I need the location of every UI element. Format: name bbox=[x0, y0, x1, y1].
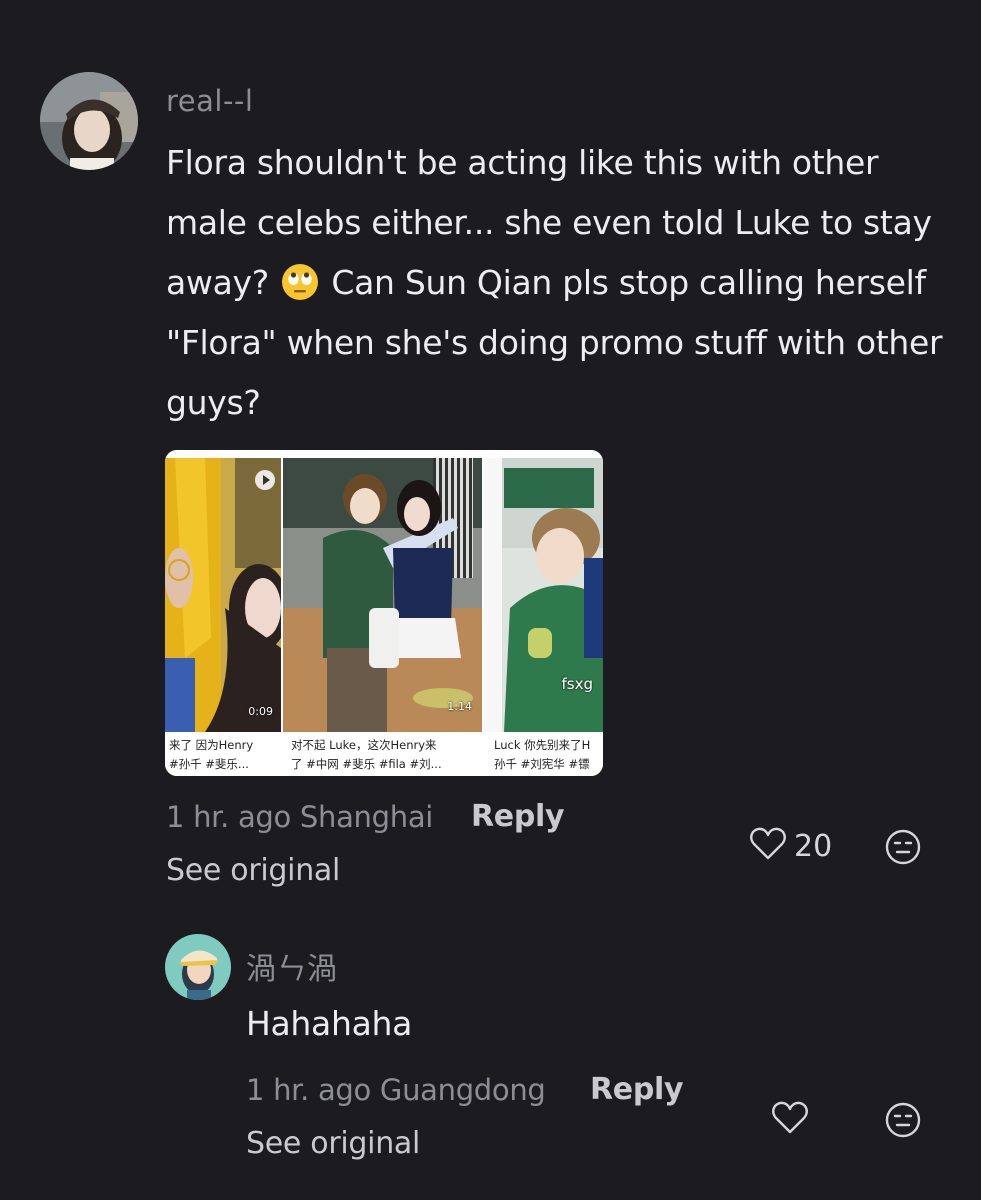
comment-text-segment: away? bbox=[166, 263, 269, 302]
see-original-button[interactable]: See original bbox=[166, 853, 340, 888]
play-icon bbox=[255, 470, 275, 490]
reply-location: Guangdong bbox=[379, 1073, 546, 1107]
comment-username[interactable]: real--l bbox=[166, 84, 253, 118]
comment-time: 1 hr. ago bbox=[166, 800, 291, 834]
reply-meta: 1 hr. ago Guangdong bbox=[246, 1073, 546, 1107]
video-caption-line: 对不起 Luke，这次Henry来 bbox=[291, 738, 437, 752]
reply-button[interactable]: Reply bbox=[471, 799, 565, 834]
video-caption-line: 了 #中网 #斐乐 #fila #刘... bbox=[291, 757, 442, 771]
comment-text-line: male celebs either... she even told Luke… bbox=[166, 203, 932, 242]
like-button[interactable]: 20 bbox=[748, 824, 832, 868]
comment-meta: 1 hr. ago Shanghai bbox=[166, 800, 433, 834]
heart-icon bbox=[770, 1098, 810, 1142]
video-caption: Luck 你先别来了H 孙千 #刘宪华 #镖 bbox=[494, 736, 599, 774]
video-thumbnail-image bbox=[165, 458, 281, 732]
comment-text-line: guys? bbox=[166, 383, 261, 422]
comment-text-line: away? Can Sun Qian pls stop calling hers… bbox=[166, 253, 966, 313]
comment-text-line: "Flora" when she's doing promo stuff wit… bbox=[166, 323, 943, 362]
comment-location: Shanghai bbox=[299, 800, 434, 834]
comment-text: Flora shouldn't be acting like this with… bbox=[166, 133, 966, 433]
like-count: 20 bbox=[794, 828, 833, 864]
reply-time: 1 hr. ago bbox=[246, 1073, 371, 1107]
video-caption-line: 来了 因为Henry bbox=[169, 738, 254, 752]
emoji-reaction-button[interactable] bbox=[884, 828, 922, 870]
rolling-eyes-emoji-icon bbox=[281, 260, 319, 300]
video-thumbnail[interactable]: fsxg Luck 你先别来了H 孙千 #刘宪华 #镖 bbox=[484, 450, 603, 776]
video-caption-line: #孙千 #斐乐... bbox=[169, 757, 249, 771]
video-thumbnail[interactable]: 1:14 对不起 Luke，这次Henry来 了 #中网 #斐乐 #fila #… bbox=[283, 450, 482, 776]
video-overlay-text: fsxg bbox=[561, 675, 594, 693]
reply-username[interactable]: 渦ㄣ渦 bbox=[246, 944, 338, 988]
heart-icon bbox=[748, 824, 788, 868]
expressionless-face-icon bbox=[884, 829, 922, 870]
reply-like-button[interactable] bbox=[770, 1098, 816, 1142]
video-caption-line: Luck 你先别来了H bbox=[494, 738, 591, 752]
video-caption-line: 孙千 #刘宪华 #镖 bbox=[494, 757, 590, 771]
video-duration: 1:14 bbox=[447, 700, 472, 713]
video-caption: 来了 因为Henry #孙千 #斐乐... bbox=[169, 736, 277, 774]
reply-text: Hahahaha bbox=[246, 1004, 413, 1043]
comment-text-segment: Can Sun Qian pls stop calling herself bbox=[331, 263, 926, 302]
reply-emoji-reaction-button[interactable] bbox=[884, 1101, 922, 1143]
reply-to-reply-button[interactable]: Reply bbox=[590, 1072, 684, 1107]
reply-see-original-button[interactable]: See original bbox=[246, 1126, 420, 1161]
video-thumbnail[interactable]: 0:09 来了 因为Henry #孙千 #斐乐... bbox=[165, 450, 281, 776]
user-avatar[interactable] bbox=[40, 72, 138, 170]
video-thumbnail-image bbox=[283, 458, 482, 732]
video-thumbnail-strip: 0:09 来了 因为Henry #孙千 #斐乐... 1:14 对不起 Luke… bbox=[165, 450, 603, 776]
video-duration: 0:09 bbox=[248, 705, 273, 718]
comment-text-line: Flora shouldn't be acting like this with… bbox=[166, 143, 879, 182]
expressionless-face-icon bbox=[884, 1102, 922, 1143]
video-caption: 对不起 Luke，这次Henry来 了 #中网 #斐乐 #fila #刘... bbox=[291, 736, 478, 774]
reply-user-avatar[interactable] bbox=[165, 934, 231, 1000]
